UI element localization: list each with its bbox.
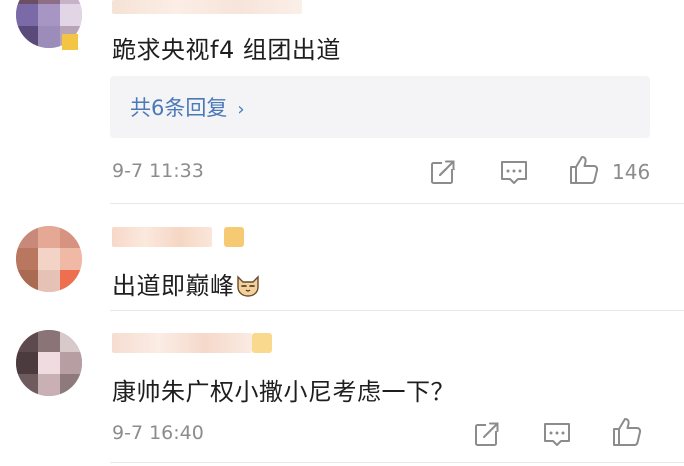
like-count: 146 [612,160,651,184]
view-replies-link[interactable]: 共6条回复 › [130,92,245,122]
share-icon [431,159,456,184]
like-icon [570,156,599,184]
comment-text: 跪求央视f4 组团出道 [112,36,341,64]
cat-face-emoji [236,275,259,297]
avatar[interactable] [16,226,82,292]
username-blurred[interactable] [112,0,302,14]
reply-summary-box[interactable]: 共6条回复 › [110,76,650,138]
like-button[interactable] [610,415,644,449]
share-button[interactable] [470,417,504,451]
like-icon [613,418,642,446]
username-blurred[interactable] [112,227,212,247]
comment-icon [544,423,570,446]
comment-icon [501,161,527,184]
share-icon [475,421,500,446]
comment-timestamp: 9-7 11:33 [112,160,204,182]
user-badge [252,333,272,353]
divider [110,462,684,463]
share-button[interactable] [426,155,460,189]
divider [110,203,684,204]
like-button[interactable] [567,153,601,187]
reply-count-label: 共6条回复 [130,96,228,120]
comment-text-content: 出道即巅峰 [112,272,235,300]
divider [110,310,684,311]
avatar-badge [62,34,78,50]
comment-text: 康帅朱广权小撒小尼考虑一下？ [112,378,455,406]
comment-text: 出道即巅峰 [112,266,261,301]
comment-button[interactable] [540,417,574,451]
chevron-right-icon: › [237,99,245,120]
username-blurred[interactable] [112,333,252,353]
comment-timestamp: 9-7 16:40 [112,422,204,444]
avatar[interactable] [16,330,82,396]
comment-button[interactable] [497,155,531,189]
user-badge [224,227,244,247]
